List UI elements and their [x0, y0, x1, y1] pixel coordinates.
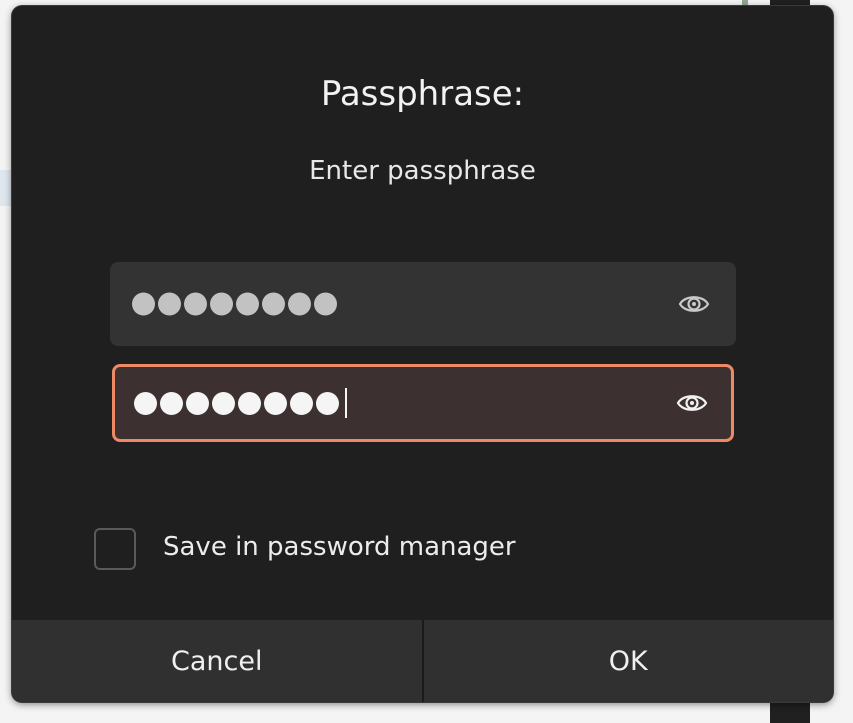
mask-dot	[314, 292, 337, 316]
dialog-title: Passphrase:	[320, 74, 525, 114]
save-in-password-manager-checkbox[interactable]	[94, 528, 136, 570]
cancel-button[interactable]: Cancel	[12, 620, 424, 702]
mask-dot	[212, 391, 235, 415]
masked-confirm-passphrase	[134, 388, 347, 418]
mask-dot	[184, 292, 207, 316]
passphrase-dialog: Passphrase: Enter passphrase Save in pas…	[12, 6, 833, 702]
ok-button[interactable]: OK	[423, 620, 833, 702]
dialog-button-row: Cancel OK	[12, 620, 833, 702]
save-in-password-manager-label[interactable]: Save in password manager	[163, 532, 516, 562]
dialog-prompt: Enter passphrase	[309, 156, 536, 186]
mask-dot	[290, 391, 313, 415]
text-caret	[345, 388, 347, 418]
mask-dot	[186, 391, 209, 415]
masked-passphrase	[132, 292, 337, 316]
mask-dot	[264, 391, 287, 415]
mask-dot	[134, 391, 157, 415]
mask-dot	[132, 292, 155, 316]
mask-dot	[160, 391, 183, 415]
mask-dot	[238, 391, 261, 415]
eye-icon[interactable]	[676, 391, 708, 415]
passphrase-input[interactable]	[110, 262, 736, 346]
mask-dot	[210, 292, 233, 316]
mask-dot	[236, 292, 259, 316]
mask-dot	[262, 292, 285, 316]
mask-dot	[316, 391, 339, 415]
eye-icon[interactable]	[678, 292, 710, 316]
mask-dot	[288, 292, 311, 316]
mask-dot	[158, 292, 181, 316]
confirm-passphrase-input[interactable]	[112, 364, 734, 442]
